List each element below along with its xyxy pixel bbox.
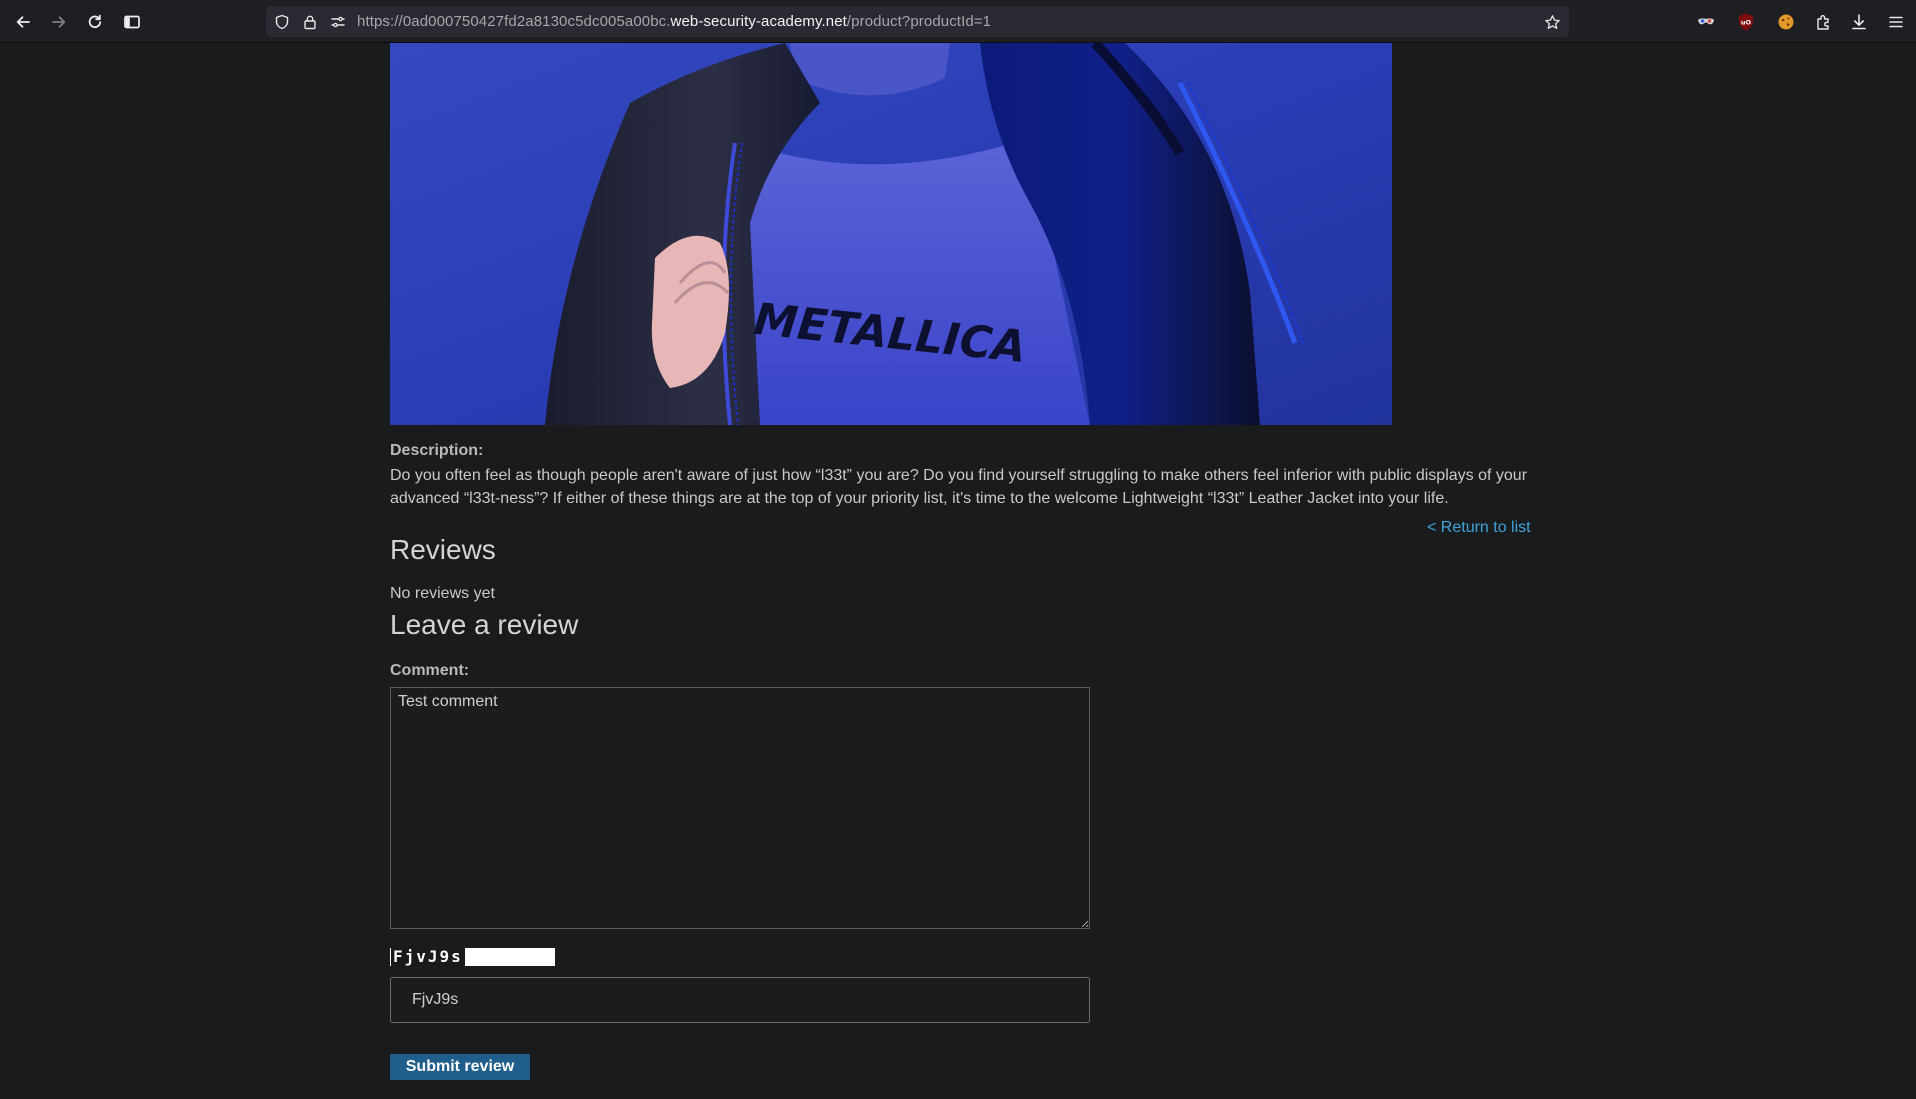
sidebar-toggle-button[interactable] — [119, 9, 145, 35]
shield-icon[interactable] — [272, 12, 292, 32]
submit-review-button[interactable]: Submit review — [390, 1054, 530, 1080]
forward-arrow-icon — [52, 16, 66, 28]
ublock-button[interactable]: uO — [1735, 11, 1757, 33]
forward-button[interactable] — [46, 9, 72, 35]
extension-mask-icon — [1698, 18, 1714, 25]
url-path: /product?productId=1 — [846, 13, 992, 30]
comment-textarea[interactable]: Test comment — [390, 687, 1090, 929]
url-text[interactable]: https://0ad000750427fd2a8130c5dc005a00bc… — [357, 13, 991, 30]
leave-review-heading: Leave a review — [390, 609, 579, 640]
permissions-icon[interactable] — [328, 12, 348, 32]
ublock-icon: uO — [1739, 13, 1753, 31]
extension-mask-button[interactable] — [1695, 11, 1717, 33]
back-arrow-icon — [16, 16, 30, 28]
download-icon — [1852, 14, 1866, 30]
extension-cookie-button[interactable] — [1775, 11, 1797, 33]
bookmark-star-icon[interactable] — [1542, 12, 1562, 32]
captcha-input[interactable] — [390, 977, 1090, 1023]
return-to-list-link[interactable]: < Return to list — [1427, 519, 1531, 537]
reload-icon — [88, 14, 102, 28]
downloads-button[interactable] — [1848, 11, 1870, 33]
app-menu-button[interactable] — [1885, 11, 1907, 33]
captcha-image: FjvJ9s — [390, 948, 555, 966]
extensions-puzzle-icon — [1817, 15, 1829, 30]
reviews-heading: Reviews — [390, 534, 496, 565]
captcha-image-text: FjvJ9s — [391, 948, 465, 966]
no-reviews-text: No reviews yet — [390, 585, 495, 602]
svg-text:uO: uO — [1741, 19, 1752, 27]
comment-label: Comment: — [390, 662, 470, 679]
url-prefix: https://0ad000750427fd2a8130c5dc005a00bc… — [357, 13, 671, 30]
lock-icon[interactable] — [300, 12, 320, 32]
hamburger-menu-icon — [1889, 16, 1903, 28]
product-image: METALLICA — [390, 43, 1392, 425]
browser-toolbar: https://0ad000750427fd2a8130c5dc005a00bc… — [0, 0, 1916, 43]
page-content: METALLICA Description: Do you often feel… — [0, 43, 1916, 1099]
url-host: web-security-academy.net — [670, 13, 847, 30]
description-text: Do you often feel as though people aren'… — [390, 467, 1528, 507]
reload-button[interactable] — [82, 9, 108, 35]
description-label: Description: — [390, 442, 484, 459]
url-bar[interactable]: https://0ad000750427fd2a8130c5dc005a00bc… — [266, 6, 1569, 37]
back-button[interactable] — [10, 9, 36, 35]
extension-cookie-icon — [1778, 14, 1794, 30]
extensions-button[interactable] — [1813, 11, 1835, 33]
sidebar-icon — [124, 15, 140, 29]
